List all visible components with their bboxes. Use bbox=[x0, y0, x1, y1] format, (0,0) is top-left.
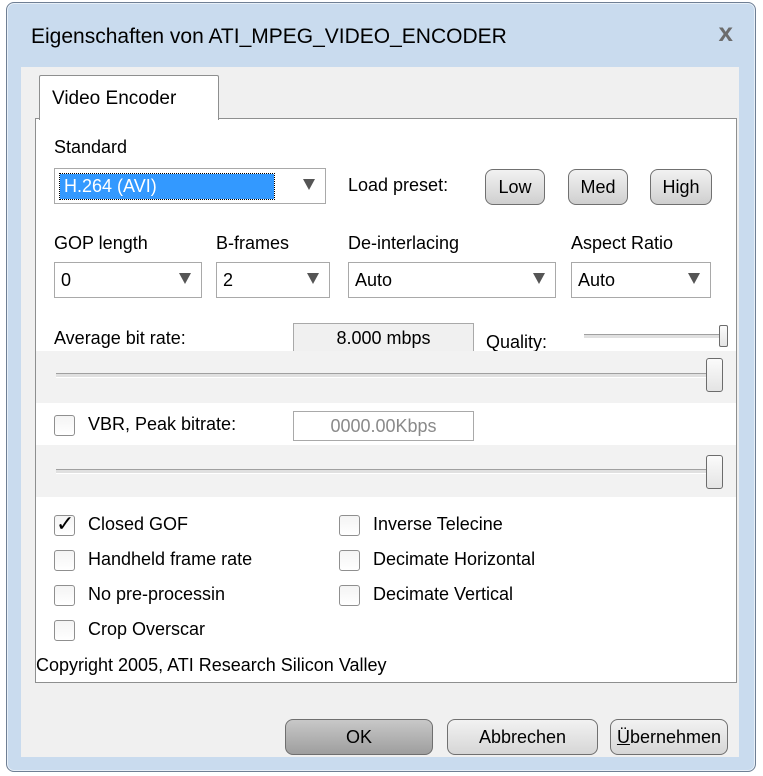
preset-high-button[interactable]: High bbox=[650, 169, 712, 205]
aspect-select[interactable]: Auto bbox=[571, 262, 711, 298]
standard-value: H.264 (AVI) bbox=[59, 173, 275, 200]
inverse-telecine-label: Inverse Telecine bbox=[373, 514, 503, 534]
gop-label: GOP length bbox=[54, 233, 148, 253]
apply-button-mnemonic: Ü bbox=[616, 727, 630, 747]
closed-gop-checkbox[interactable]: ✓ bbox=[54, 511, 75, 536]
crop-overscan-label: Crop Overscar bbox=[88, 619, 206, 639]
chevron-down-icon bbox=[303, 179, 315, 190]
aspect-label: Aspect Ratio bbox=[571, 233, 674, 253]
vbr-slider-track bbox=[56, 469, 716, 474]
bframes-value: 2 bbox=[223, 270, 234, 290]
deinterlacing-label: De-interlacing bbox=[348, 233, 460, 253]
no-preprocessing-label: No pre-processin bbox=[88, 584, 226, 604]
aspect-value: Auto bbox=[578, 270, 616, 290]
dialog-window: Eigenschaften von ATI_MPEG_VIDEO_ENCODER… bbox=[6, 2, 756, 772]
checkmark-icon: ✓ bbox=[56, 511, 75, 536]
vbr-slider[interactable] bbox=[36, 445, 736, 497]
handheld-frame-rate-label: Handheld frame rate bbox=[88, 549, 253, 569]
close-icon[interactable]: x bbox=[719, 17, 733, 48]
decimate-horizontal-label: Decimate Horizontal bbox=[373, 549, 536, 569]
handheld-frame-rate-checkbox[interactable] bbox=[54, 550, 75, 571]
preset-low-button[interactable]: Low bbox=[485, 169, 545, 205]
standard-select[interactable]: H.264 (AVI) bbox=[54, 168, 326, 204]
inverse-telecine-checkbox[interactable] bbox=[339, 515, 360, 536]
vbr-peak-field[interactable]: 0000.00Kbps bbox=[293, 411, 474, 441]
tab-panel: Standard H.264 (AVI) Load preset: Low Me… bbox=[35, 118, 737, 683]
quality-slider-thumb[interactable] bbox=[719, 325, 728, 347]
deinterlacing-select[interactable]: Auto bbox=[348, 262, 556, 298]
closed-gop-label: Closed GOF bbox=[88, 514, 189, 534]
crop-overscan-checkbox[interactable] bbox=[54, 620, 75, 641]
tab-label: Video Encoder bbox=[52, 88, 177, 109]
vbr-label: VBR, Peak bitrate: bbox=[88, 414, 237, 434]
chevron-down-icon bbox=[307, 273, 319, 284]
apply-button[interactable]: Übernehmen bbox=[610, 719, 728, 755]
ok-button[interactable]: OK bbox=[285, 719, 433, 755]
apply-button-label: bernehmen bbox=[629, 727, 722, 747]
bframes-select[interactable]: 2 bbox=[216, 262, 330, 298]
bframes-label: B-frames bbox=[216, 233, 290, 253]
vbr-checkbox[interactable] bbox=[54, 415, 75, 436]
chevron-down-icon bbox=[533, 273, 545, 284]
bitrate-slider[interactable] bbox=[36, 351, 736, 403]
bitrate-slider-track bbox=[56, 373, 716, 378]
chevron-down-icon bbox=[688, 273, 700, 284]
quality-slider-track bbox=[584, 334, 722, 339]
preset-med-button[interactable]: Med bbox=[568, 169, 628, 205]
preset-label: Load preset: bbox=[348, 175, 449, 195]
decimate-horizontal-checkbox[interactable] bbox=[339, 550, 360, 571]
cancel-button[interactable]: Abbrechen bbox=[447, 719, 598, 755]
dialog-client: Video Encoder Standard H.264 (AVI) Load … bbox=[21, 67, 739, 757]
decimate-vertical-label: Decimate Vertical bbox=[373, 584, 514, 604]
window-title: Eigenschaften von ATI_MPEG_VIDEO_ENCODER bbox=[31, 25, 507, 48]
quality-label: Quality: bbox=[486, 332, 548, 352]
gop-value: 0 bbox=[61, 270, 72, 290]
bitrate-label: Average bit rate: bbox=[54, 328, 186, 348]
standard-label: Standard bbox=[54, 137, 128, 157]
vbr-slider-thumb[interactable] bbox=[706, 455, 723, 489]
no-preprocessing-checkbox[interactable] bbox=[54, 585, 75, 606]
decimate-vertical-checkbox[interactable] bbox=[339, 585, 360, 606]
gop-select[interactable]: 0 bbox=[54, 262, 202, 298]
tab-video-encoder[interactable]: Video Encoder bbox=[39, 75, 219, 120]
chevron-down-icon bbox=[179, 273, 191, 284]
deinterlacing-value: Auto bbox=[355, 270, 393, 290]
bitrate-value: 8.000 mbps bbox=[293, 323, 474, 353]
copyright-text: Copyright 2005, ATI Research Silicon Val… bbox=[36, 655, 387, 675]
bitrate-slider-thumb[interactable] bbox=[706, 358, 723, 392]
